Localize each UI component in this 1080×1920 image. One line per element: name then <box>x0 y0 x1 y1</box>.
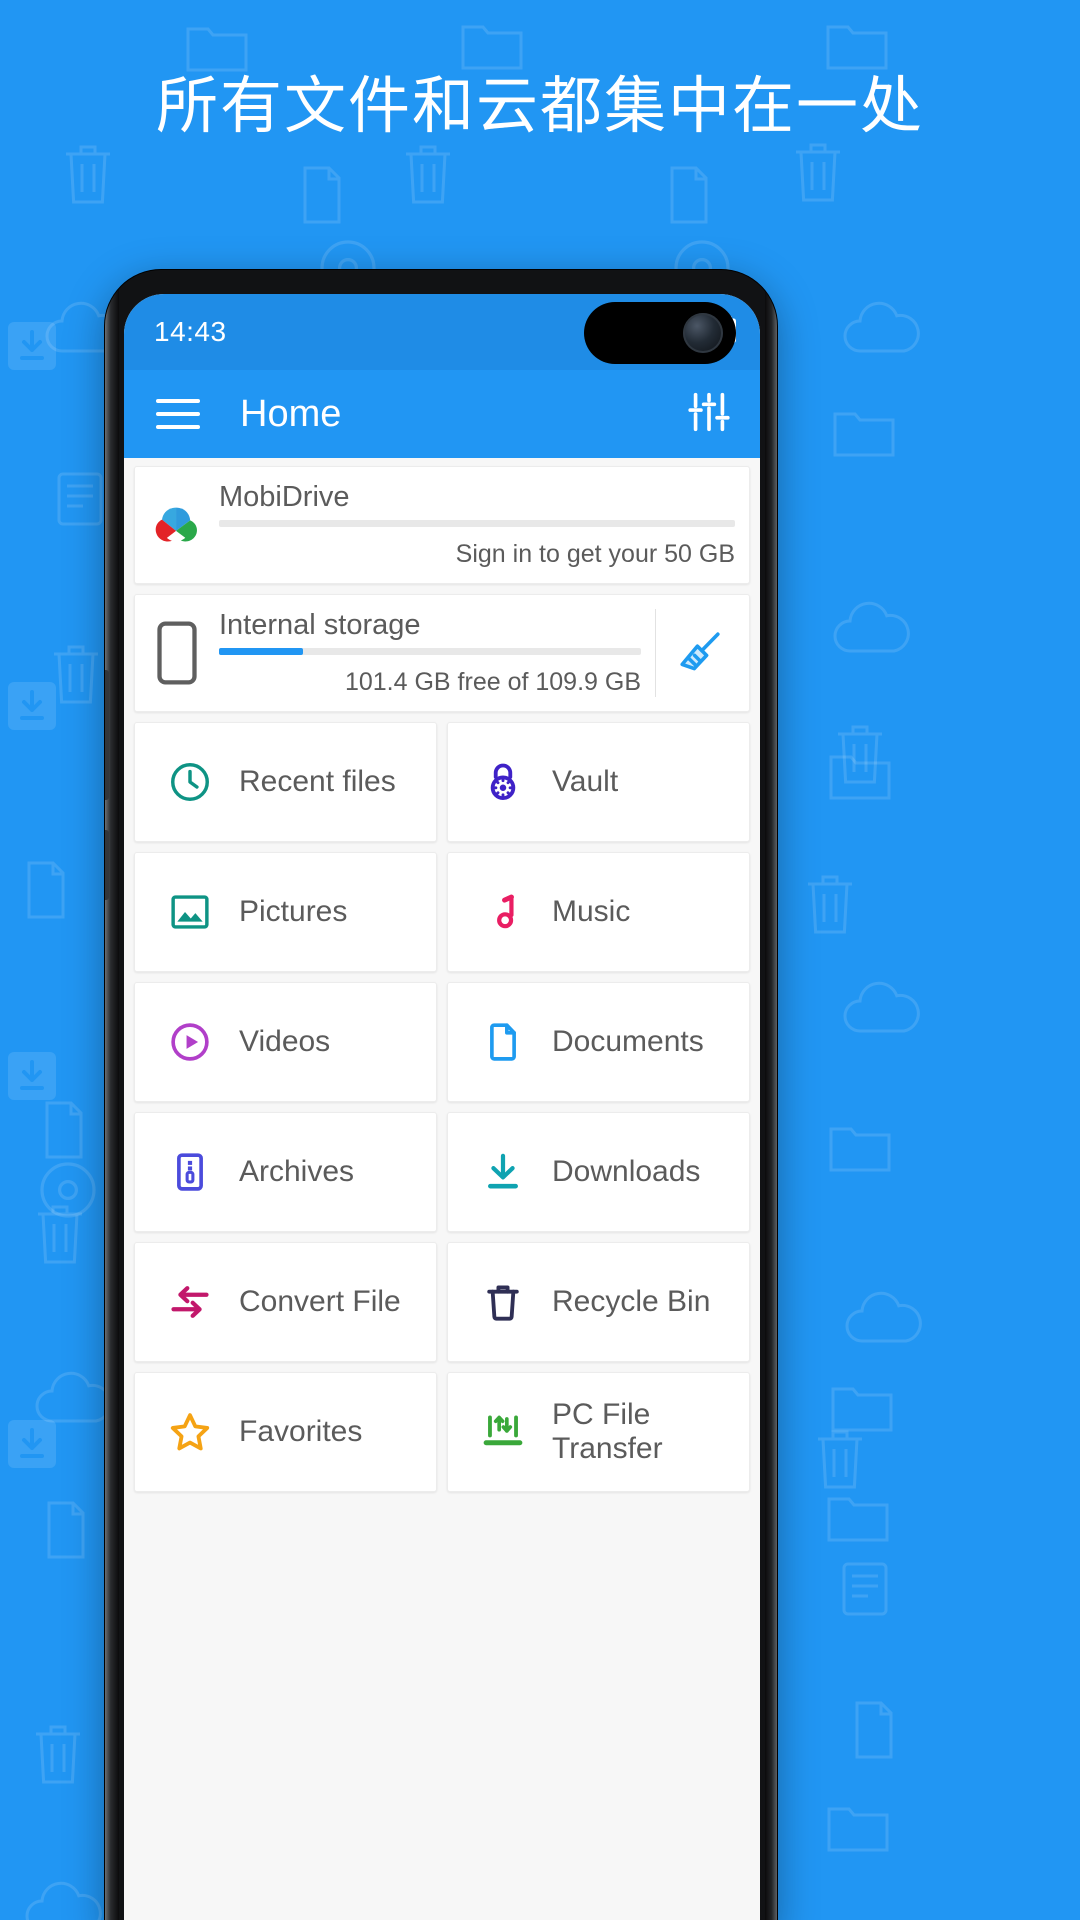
play-circle-icon <box>167 1019 213 1065</box>
storage-subtitle: 101.4 GB free of 109.9 GB <box>344 668 641 696</box>
shortcut-tile-documents[interactable]: Documents <box>447 982 750 1102</box>
shortcut-tile-pictures[interactable]: Pictures <box>134 852 437 972</box>
storage-row-mobidrive[interactable]: MobiDrive Sign in to get your 50 GB <box>134 466 750 584</box>
background-trash-icon <box>812 1425 868 1493</box>
lock-vault-icon <box>480 759 526 805</box>
shortcut-grid: Recent files Vault Pictures Music Videos… <box>134 722 750 1492</box>
shortcut-tile-recent-files[interactable]: Recent files <box>134 722 437 842</box>
shortcut-tile-label: Recycle Bin <box>552 1285 711 1318</box>
background-doc-icon <box>22 860 70 920</box>
background-folder-icon <box>828 748 892 802</box>
background-cloud-icon <box>828 600 920 654</box>
background-disc-icon <box>38 1160 98 1220</box>
storage-name: Internal storage <box>219 609 421 641</box>
shortcut-tile-label: Pictures <box>239 895 348 928</box>
shortcut-tile-recycle-bin[interactable]: Recycle Bin <box>447 1242 750 1362</box>
shortcut-tile-label: Downloads <box>552 1155 701 1188</box>
background-folder-icon <box>832 405 896 459</box>
mobidrive-logo-icon <box>135 481 219 569</box>
background-note-icon <box>840 1560 890 1618</box>
phone-mockup: 14:43 Home MobiDrive Sign in to get your… <box>105 270 777 1920</box>
download-icon <box>480 1149 526 1195</box>
storage-row-internal-storage[interactable]: Internal storage 101.4 GB free of 109.9 … <box>134 594 750 712</box>
home-content: MobiDrive Sign in to get your 50 GB Inte… <box>124 458 760 1492</box>
shortcut-tile-label: Music <box>552 895 631 928</box>
broom-clean-icon[interactable] <box>655 609 749 697</box>
background-cloud-icon <box>838 300 930 354</box>
volume-button <box>105 670 109 800</box>
background-doc-icon <box>850 1700 898 1760</box>
background-folder-icon <box>826 1490 890 1544</box>
background-folder-icon <box>828 1120 892 1174</box>
shortcut-tile-label: Documents <box>552 1025 704 1058</box>
storage-info: MobiDrive Sign in to get your 50 GB <box>219 481 749 569</box>
background-note-icon <box>55 470 105 528</box>
background-dl-icon <box>6 1050 58 1102</box>
status-bar: 14:43 <box>124 294 760 370</box>
hamburger-menu-icon[interactable] <box>156 399 200 429</box>
front-camera-icon <box>683 313 723 353</box>
background-cloud-icon <box>20 1880 112 1920</box>
document-icon <box>480 1019 526 1065</box>
storage-info: Internal storage 101.4 GB free of 109.9 … <box>219 609 655 697</box>
camera-punch-hole <box>584 302 736 364</box>
convert-arrows-icon <box>167 1279 213 1325</box>
storage-list: MobiDrive Sign in to get your 50 GB Inte… <box>134 466 750 712</box>
shortcut-tile-label: Recent files <box>239 765 396 798</box>
phone-device-icon <box>135 609 219 697</box>
phone-screen: 14:43 Home MobiDrive Sign in to get your… <box>124 294 760 1920</box>
status-bar-clock: 14:43 <box>154 316 227 347</box>
music-note-icon <box>480 889 526 935</box>
assistant-button <box>105 830 109 900</box>
shortcut-tile-convert-file[interactable]: Convert File <box>134 1242 437 1362</box>
shortcut-tile-downloads[interactable]: Downloads <box>447 1112 750 1232</box>
tune-sliders-icon[interactable] <box>686 389 732 440</box>
shortcut-tile-label: Favorites <box>239 1415 363 1448</box>
background-doc-icon <box>42 1500 90 1560</box>
shortcut-tile-label: Vault <box>552 765 619 798</box>
power-button <box>773 690 777 790</box>
archive-zip-icon <box>167 1149 213 1195</box>
storage-name: MobiDrive <box>219 481 350 513</box>
shortcut-tile-label: PC File Transfer <box>552 1398 663 1465</box>
shortcut-tile-label: Convert File <box>239 1285 401 1318</box>
image-icon <box>167 889 213 935</box>
background-doc-icon <box>40 1100 88 1160</box>
shortcut-tile-music[interactable]: Music <box>447 852 750 972</box>
promo-headline: 所有文件和云都集中在一处 <box>0 0 1080 200</box>
background-dl-icon <box>6 680 58 732</box>
shortcut-tile-archives[interactable]: Archives <box>134 1112 437 1232</box>
shortcut-tile-label: Videos <box>239 1025 331 1058</box>
phone-body: 14:43 Home MobiDrive Sign in to get your… <box>105 270 777 1920</box>
background-dl-icon <box>6 320 58 372</box>
trash-bin-icon <box>480 1279 526 1325</box>
background-folder-icon <box>826 1800 890 1854</box>
storage-progress-bar <box>219 648 641 655</box>
pc-transfer-icon <box>480 1409 526 1455</box>
storage-progress-bar <box>219 520 735 527</box>
background-cloud-icon <box>840 1290 932 1344</box>
promo-headline-text: 所有文件和云都集中在一处 <box>155 72 924 141</box>
background-cloud-icon <box>838 980 930 1034</box>
app-bar: Home <box>124 370 760 458</box>
shortcut-tile-pc-file-transfer[interactable]: PC File Transfer <box>447 1372 750 1492</box>
shortcut-tile-videos[interactable]: Videos <box>134 982 437 1102</box>
storage-subtitle: Sign in to get your 50 GB <box>455 540 735 568</box>
clock-icon <box>167 759 213 805</box>
background-dl-icon <box>6 1418 58 1470</box>
page-title: Home <box>240 392 342 435</box>
background-trash-icon <box>30 1720 86 1788</box>
shortcut-tile-favorites[interactable]: Favorites <box>134 1372 437 1492</box>
shortcut-tile-label: Archives <box>239 1155 355 1188</box>
star-icon <box>167 1409 213 1455</box>
background-trash-icon <box>802 870 858 938</box>
shortcut-tile-vault[interactable]: Vault <box>447 722 750 842</box>
storage-progress-fill <box>219 648 304 655</box>
